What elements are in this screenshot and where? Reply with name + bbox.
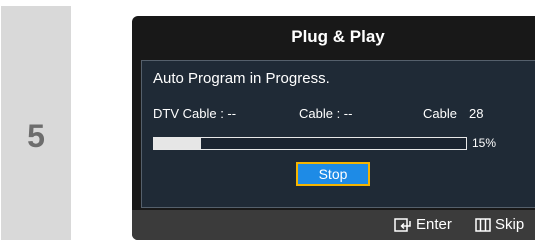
- cable-count: Cable : --: [299, 106, 353, 121]
- plug-and-play-dialog: Plug & Play Auto Program in Progress. DT…: [132, 16, 535, 240]
- status-text: Auto Program in Progress.: [153, 70, 330, 87]
- dialog-title: Plug & Play: [291, 27, 385, 46]
- stop-button[interactable]: Stop: [296, 162, 370, 186]
- skip-hint: Skip: [475, 210, 524, 240]
- enter-label: Enter: [416, 216, 452, 233]
- dialog-panel: Auto Program in Progress. DTV Cable : --…: [141, 60, 535, 208]
- step-number: 5: [27, 118, 45, 154]
- skip-label: Skip: [495, 216, 525, 233]
- enter-icon: [394, 218, 411, 232]
- dtv-cable-count: DTV Cable : --: [153, 106, 237, 121]
- cable-channel-value: 28: [468, 106, 484, 121]
- progress-fill: [154, 138, 201, 149]
- step-tab: 5: [1, 6, 71, 240]
- dialog-footer: Enter Skip: [132, 210, 535, 240]
- skip-icon: [475, 218, 491, 232]
- enter-hint: Enter: [394, 210, 452, 240]
- progress-percent: 15%: [472, 136, 497, 150]
- progress-bar: [153, 137, 467, 150]
- cable-channel: Cable 28: [423, 106, 483, 121]
- cable-channel-label: Cable: [423, 106, 457, 121]
